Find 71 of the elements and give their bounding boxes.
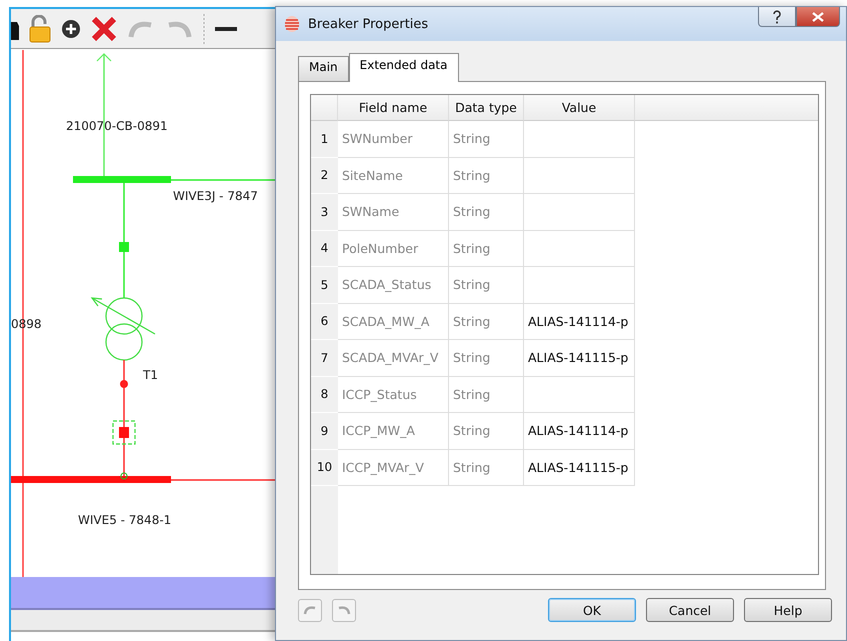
app-icon bbox=[284, 15, 300, 33]
table-cell: String bbox=[449, 376, 524, 413]
table-cell: SCADA_MW_A bbox=[338, 304, 449, 340]
table-cell[interactable]: ALIAS-141115-p bbox=[524, 340, 635, 376]
breaker-symbol bbox=[119, 427, 129, 438]
table-cell: ICCP_Status bbox=[338, 376, 449, 413]
column-header[interactable]: Field name bbox=[338, 95, 449, 121]
dialog-button[interactable]: OK bbox=[548, 598, 636, 622]
diagram-label: WIVE5 - 7848-1 bbox=[78, 513, 172, 527]
delete-icon[interactable] bbox=[91, 16, 117, 42]
table-cell[interactable]: ALIAS-141114-p bbox=[524, 413, 635, 450]
table-cell: ICCP_MW_A bbox=[338, 413, 449, 450]
table-cell: String bbox=[449, 121, 524, 158]
header-corner bbox=[311, 95, 338, 121]
row-number: 6 bbox=[311, 304, 338, 340]
selection-brackets bbox=[112, 420, 136, 445]
table-cell: SCADA_Status bbox=[338, 267, 449, 304]
node-dot bbox=[120, 472, 128, 480]
row-number: 1 bbox=[311, 121, 338, 158]
tab[interactable]: Main bbox=[298, 56, 349, 81]
undo-button[interactable] bbox=[298, 598, 322, 622]
empty-cell[interactable] bbox=[524, 267, 635, 304]
row-number: 5 bbox=[311, 267, 338, 304]
transformer-symbol bbox=[90, 297, 156, 361]
table-cell: SWName bbox=[338, 194, 449, 230]
table-cell: String bbox=[449, 158, 524, 194]
row-number: 9 bbox=[311, 413, 338, 450]
empty-cell[interactable] bbox=[524, 230, 635, 267]
table-cell: PoleNumber bbox=[338, 230, 449, 267]
tab[interactable]: Extended data bbox=[348, 53, 458, 82]
breaker-symbol bbox=[119, 242, 129, 252]
table-cell: String bbox=[449, 413, 524, 450]
table-cell: String bbox=[449, 340, 524, 376]
row-number: 7 bbox=[311, 340, 338, 376]
table-cell: String bbox=[449, 230, 524, 267]
table-cell: String bbox=[449, 267, 524, 304]
row-number: 10 bbox=[311, 450, 338, 486]
table-cell[interactable]: ALIAS-141115-p bbox=[524, 450, 635, 486]
node-dot bbox=[120, 380, 128, 388]
window-title: Breaker Properties bbox=[308, 16, 428, 32]
help-icon[interactable] bbox=[758, 7, 796, 27]
empty-cell[interactable] bbox=[524, 158, 635, 194]
redo-icon bbox=[337, 604, 351, 616]
dialog-button[interactable]: Cancel bbox=[646, 598, 734, 622]
row-number: 8 bbox=[311, 376, 338, 413]
dialog-button[interactable]: Help bbox=[744, 598, 832, 622]
table-cell: SCADA_MVAr_V bbox=[338, 340, 449, 376]
empty-cell[interactable] bbox=[524, 194, 635, 230]
table-cell: String bbox=[449, 304, 524, 340]
table-cell: String bbox=[449, 450, 524, 486]
row-number: 3 bbox=[311, 194, 338, 230]
column-header[interactable]: Data type bbox=[449, 95, 524, 121]
table-cell: SiteName bbox=[338, 158, 449, 194]
diagram-label: T1 bbox=[143, 368, 158, 382]
table-cell: String bbox=[449, 194, 524, 230]
table-cell: ICCP_MVAr_V bbox=[338, 450, 449, 486]
table-cell: SWNumber bbox=[338, 121, 449, 158]
empty-cell[interactable] bbox=[524, 376, 635, 413]
undo-icon bbox=[303, 604, 317, 616]
redo-button[interactable] bbox=[332, 598, 356, 622]
row-number: 4 bbox=[311, 230, 338, 267]
table-cell[interactable]: ALIAS-141114-p bbox=[524, 304, 635, 340]
add-icon[interactable] bbox=[61, 18, 81, 38]
column-header[interactable]: Value bbox=[524, 95, 635, 121]
row-number: 2 bbox=[311, 158, 338, 194]
diagram-label: WIVE3J - 7847 bbox=[173, 189, 258, 203]
empty-cell[interactable] bbox=[524, 121, 635, 158]
close-icon[interactable] bbox=[796, 7, 840, 27]
toolbar-separator-icon bbox=[203, 14, 205, 44]
lock-icon[interactable] bbox=[29, 14, 51, 42]
minus-icon[interactable] bbox=[215, 26, 237, 32]
